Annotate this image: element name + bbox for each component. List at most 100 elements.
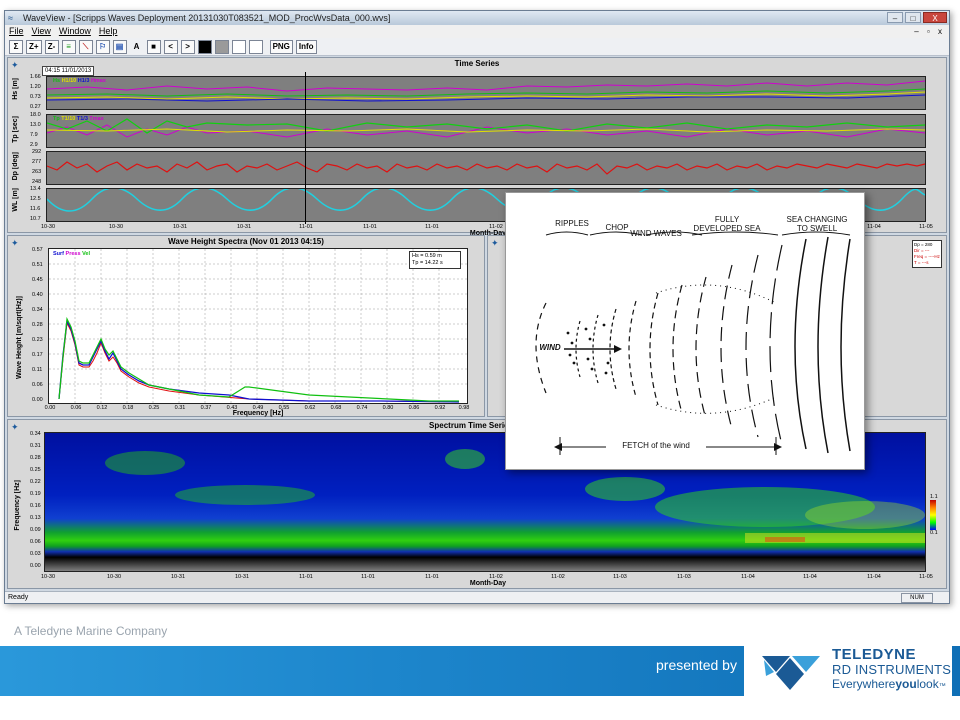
- spectra-y-tick: 0.28: [32, 322, 43, 328]
- menu-help[interactable]: Help: [99, 25, 118, 38]
- ts-x-tick: 11-04: [867, 224, 881, 230]
- dp-tick: 277: [32, 159, 42, 165]
- brand-name: TELEDYNE: [832, 646, 917, 663]
- png-export-button[interactable]: PNG: [269, 39, 293, 54]
- light-bg-button[interactable]: [248, 39, 263, 54]
- spectrum-ts-y-tick: 0.31: [30, 443, 41, 449]
- series-icon[interactable]: ≡: [61, 39, 76, 54]
- next-button[interactable]: >: [180, 39, 195, 54]
- spectra-y-tick: 0.23: [32, 337, 43, 343]
- colorbar-tick-max: 1.1: [930, 494, 938, 500]
- wl-tick: 10.7: [30, 216, 41, 222]
- ts-x-tick: 10-31: [172, 224, 188, 230]
- ts-x-tick: 10-31: [236, 224, 252, 230]
- spectra-y-tick: 0.06: [32, 382, 43, 388]
- spectra-x-tick: 0.74: [356, 405, 368, 411]
- spectra-x-tick: 0.12: [96, 405, 108, 411]
- period-value: T = ---s: [914, 260, 929, 265]
- zoom-in-button[interactable]: Z+: [26, 39, 42, 54]
- hs-legend: Hs H1/10 H1/3 Hmax: [53, 78, 106, 84]
- status-text: Ready: [8, 594, 29, 601]
- spectrum-ts-x-tick: 11-04: [867, 574, 881, 580]
- spectra-plot[interactable]: Surf Press Vel Hs = 0.59 m Tp = 14.22 s: [48, 248, 468, 404]
- label-fully-developed-sea: FULLY DEVELOPED SEA: [693, 215, 761, 233]
- white-bg-button[interactable]: [231, 39, 246, 54]
- label-fetch: FETCH of the wind: [606, 441, 706, 450]
- hs-plot[interactable]: Hs H1/10 H1/3 Hmax: [46, 76, 926, 110]
- spectrum-ts-y-tick: 0.28: [30, 455, 41, 461]
- spectrum-ts-y-tick: 0.09: [30, 527, 41, 533]
- brand-sub: RD INSTRUMENTS: [832, 662, 952, 677]
- close-button[interactable]: X: [923, 12, 947, 23]
- tp-series-lines: [46, 118, 926, 138]
- sum-button[interactable]: Σ: [9, 39, 23, 54]
- gray-bg-button[interactable]: [214, 39, 229, 54]
- menu-window[interactable]: Window: [59, 25, 91, 38]
- maximize-button[interactable]: □: [905, 12, 921, 23]
- spectrum-ts-y-tick: 0.13: [30, 515, 41, 521]
- spectra-x-tick: 0.31: [174, 405, 186, 411]
- spectra-y-tick: 0.45: [32, 277, 43, 283]
- wave-development-diagram: RIPPLES CHOP WIND WAVES FULLY DEVELOPED …: [505, 192, 865, 470]
- num-lock-indicator: NUM: [901, 593, 933, 603]
- spectrum-ts-x-tick: 11-04: [741, 574, 755, 580]
- time-cursor-line[interactable]: [305, 72, 306, 224]
- minimize-button[interactable]: –: [887, 12, 903, 23]
- chart-icon[interactable]: ▤: [112, 39, 127, 54]
- prev-button[interactable]: <: [163, 39, 178, 54]
- mdi-controls[interactable]: – ▫ x: [914, 25, 945, 38]
- ts-x-tick: 11-01: [363, 224, 377, 230]
- teledyne-logo-icon: [762, 656, 820, 690]
- wl-axis-label: WL [m]: [12, 188, 19, 212]
- tp-value: Tp = 14.22 s: [412, 260, 443, 266]
- spectra-y-tick: 0.40: [32, 292, 43, 298]
- tp-plot[interactable]: Tp T1/10 T1/3 Tmax: [46, 114, 926, 148]
- waveview-icon: ≈: [8, 13, 13, 23]
- stop-button[interactable]: ■: [146, 39, 161, 54]
- spectra-y-tick: 0.57: [32, 247, 43, 253]
- menu-bar: File View Window Help – ▫ x: [5, 25, 949, 38]
- dp-axis-label: Dp [deg]: [12, 152, 19, 181]
- tp-tick: 7.9: [30, 132, 38, 138]
- spectrum-ts-x-tick: 11-01: [361, 574, 375, 580]
- zoom-out-button[interactable]: Z-: [44, 39, 59, 54]
- slope-icon[interactable]: ⟍: [78, 39, 93, 54]
- spectrum-ts-y-tick: 0.06: [30, 539, 41, 545]
- menu-view[interactable]: View: [32, 25, 51, 38]
- spectra-x-tick: 0.00: [44, 405, 56, 411]
- tp-tick: 13.0: [30, 122, 41, 128]
- menu-file[interactable]: File: [9, 25, 24, 38]
- title-bar: ≈ WaveView - [Scripps Waves Deployment 2…: [5, 11, 949, 25]
- hs-tick: 1.66: [30, 74, 41, 80]
- spectra-x-tick: 0.06: [70, 405, 82, 411]
- spectrum-ts-x-tick: 11-01: [425, 574, 439, 580]
- wl-tick: 13.4: [30, 186, 41, 192]
- colorbar: [930, 500, 936, 530]
- hs-value: Hs = 0.59 m: [412, 253, 442, 259]
- spectra-x-tick: 0.86: [408, 405, 420, 411]
- status-bar: Ready NUM: [5, 591, 949, 603]
- tp-tick: 2.9: [30, 142, 38, 148]
- black-bg-button[interactable]: [197, 39, 212, 54]
- direction-stats-box: Dp = 280 Dir = --- Freq = ----Hz T = ---…: [912, 240, 942, 268]
- spectra-stats-box: Hs = 0.59 m Tp = 14.22 s: [409, 251, 461, 269]
- ts-x-tick: 10-30: [108, 224, 124, 230]
- spectrum-ts-x-tick: 11-01: [299, 574, 313, 580]
- spectrum-ts-x-tick: 10-30: [106, 574, 122, 580]
- spectrum-ts-x-tick: 10-30: [40, 574, 56, 580]
- ts-x-tick: 11-01: [299, 224, 313, 230]
- dp-plot[interactable]: [46, 151, 926, 185]
- spectra-x-tick: 0.98: [458, 405, 470, 411]
- spectrum-ts-x-tick: 11-05: [919, 574, 933, 580]
- spectrum-ts-x-tick: 11-03: [677, 574, 691, 580]
- brand-tagline: Everywhereyoulook™: [832, 677, 946, 691]
- presented-by-text: presented by: [656, 657, 737, 673]
- annotate-button[interactable]: A: [130, 40, 144, 54]
- spectrum-ts-y-tick: 0.22: [30, 479, 41, 485]
- wl-tick: 12.5: [30, 196, 41, 202]
- info-button[interactable]: Info: [295, 39, 317, 54]
- flag-icon[interactable]: ⚐: [95, 39, 110, 54]
- tp-axis-label: Tp [sec]: [12, 116, 19, 143]
- wl-tick: 11.6: [30, 206, 41, 212]
- label-wind: WIND: [539, 343, 561, 352]
